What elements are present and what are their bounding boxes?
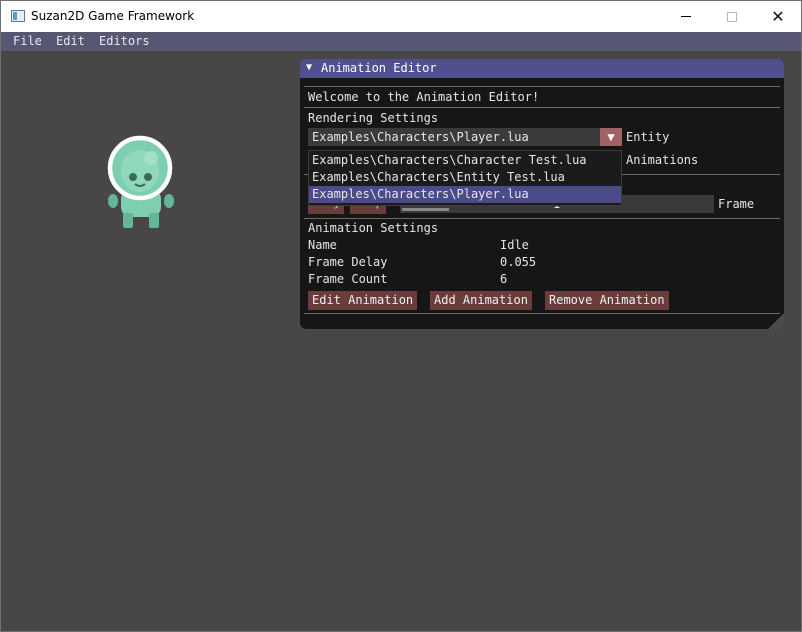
animation-settings-heading: Animation Settings	[308, 221, 439, 235]
app-icon	[11, 10, 25, 22]
entity-dropdown-list[interactable]: Examples\Characters\Character Test.lua E…	[308, 150, 622, 206]
welcome-text: Welcome to the Animation Editor!	[308, 90, 540, 104]
setting-value: 6	[500, 272, 508, 286]
edit-animation-button[interactable]: Edit Animation	[308, 291, 418, 310]
panel-title-bar[interactable]: ▼ Animation Editor	[300, 59, 784, 78]
menu-edit[interactable]: Edit	[56, 34, 85, 48]
sprite-highlight	[144, 151, 158, 165]
combo-arrow-icon[interactable]: ▼	[600, 128, 622, 146]
setting-label: Frame Count	[308, 272, 388, 286]
sprite-eye-right	[144, 173, 152, 181]
maximize-icon	[727, 11, 737, 22]
sprite-eye-left	[129, 173, 137, 181]
dropdown-option[interactable]: Examples\Characters\Character Test.lua	[309, 152, 621, 169]
title-bar[interactable]: Suzan2D Game Framework ✕	[1, 1, 801, 32]
minimize-button[interactable]	[663, 1, 709, 32]
menu-file[interactable]: File	[13, 34, 42, 48]
remove-animation-button[interactable]: Remove Animation	[545, 291, 669, 310]
triangle-down-icon[interactable]: ▼	[306, 62, 312, 73]
menu-bar: File Edit Editors	[1, 32, 801, 51]
frame-slider-fill	[402, 208, 449, 211]
app-window: Suzan2D Game Framework ✕ File Edit Edito…	[0, 0, 802, 632]
entity-label: Entity	[626, 130, 670, 144]
close-icon: ✕	[771, 6, 785, 26]
character-sprite[interactable]	[103, 133, 179, 233]
separator	[304, 107, 780, 108]
setting-label: Frame Delay	[308, 255, 388, 269]
separator	[304, 313, 780, 314]
separator	[304, 218, 780, 219]
separator	[304, 86, 780, 87]
sprite-arm-right	[164, 194, 174, 208]
panel-title: Animation Editor	[321, 61, 437, 75]
frame-label: Frame	[718, 197, 755, 211]
resize-grip[interactable]	[768, 313, 784, 329]
animations-label: Animations	[626, 153, 699, 167]
sprite-arm-left	[108, 194, 118, 208]
window-title: Suzan2D Game Framework	[31, 9, 195, 23]
setting-value: Idle	[500, 238, 529, 252]
maximize-button[interactable]	[709, 1, 755, 32]
entity-combo[interactable]: Examples\Characters\Player.lua ▼	[308, 128, 622, 146]
dropdown-option-selected[interactable]: Examples\Characters\Player.lua	[309, 186, 621, 203]
setting-value: 0.055	[500, 255, 537, 269]
minimize-icon	[681, 16, 691, 17]
entity-combo-value: Examples\Characters\Player.lua	[312, 130, 529, 144]
add-animation-button[interactable]: Add Animation	[430, 291, 532, 310]
setting-label: Name	[308, 238, 337, 252]
close-button[interactable]: ✕	[755, 1, 801, 32]
sprite-leg-left	[123, 213, 133, 228]
menu-editors[interactable]: Editors	[99, 34, 150, 48]
dropdown-option[interactable]: Examples\Characters\Entity Test.lua	[309, 169, 621, 186]
rendering-settings-heading: Rendering Settings	[308, 111, 439, 125]
sprite-leg-right	[149, 213, 159, 228]
